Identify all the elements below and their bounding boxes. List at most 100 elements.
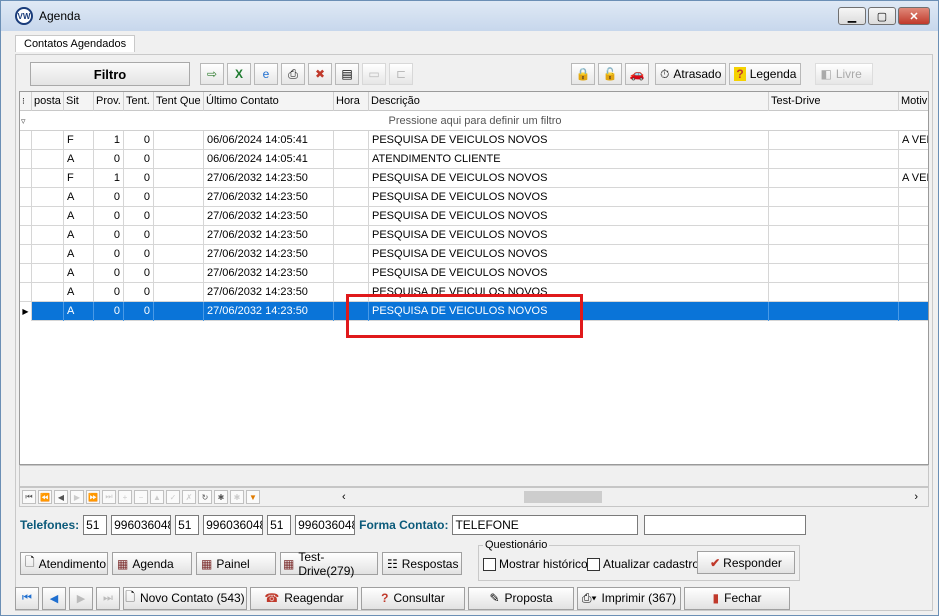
table-cell[interactable]: 1: [94, 169, 124, 188]
table-cell[interactable]: [154, 245, 204, 264]
table-cell[interactable]: [899, 207, 928, 226]
maximize-button[interactable]: ▢: [868, 7, 896, 25]
table-row[interactable]: A 0 0 06/06/2024 14:05:41 ATENDIMENTO CLIENT…: [20, 150, 928, 169]
table-cell[interactable]: [154, 302, 204, 321]
table-cell[interactable]: [899, 226, 928, 245]
table-cell[interactable]: [32, 188, 64, 207]
table-cell[interactable]: [334, 169, 369, 188]
nav-insert-icon[interactable]: +: [118, 490, 132, 504]
table-cell[interactable]: [154, 131, 204, 150]
table-cell[interactable]: A: [64, 226, 94, 245]
table-cell[interactable]: 27/06/2032 14:23:50: [204, 207, 334, 226]
agenda-button[interactable]: ▦ Agenda: [112, 552, 192, 575]
table-cell[interactable]: 0: [94, 207, 124, 226]
col-descricao[interactable]: Descrição: [369, 92, 769, 111]
phone-number-1[interactable]: 996036048: [111, 515, 172, 535]
nav-cancel-icon[interactable]: ✗: [182, 490, 196, 504]
col-hora[interactable]: Hora: [334, 92, 369, 111]
export-icon[interactable]: ⇨: [200, 63, 224, 85]
record-first-icon[interactable]: ⏮: [15, 586, 39, 610]
nav-refresh-icon[interactable]: ↻: [198, 490, 212, 504]
table-cell[interactable]: [899, 264, 928, 283]
table-cell[interactable]: 0: [124, 207, 154, 226]
table-cell[interactable]: [334, 188, 369, 207]
table-cell[interactable]: [32, 169, 64, 188]
excel-icon[interactable]: X: [227, 63, 251, 85]
novo-contato-button[interactable]: 🗋 Novo Contato (543): [123, 586, 247, 610]
table-cell[interactable]: 0: [124, 226, 154, 245]
table-cell[interactable]: PESQUISA DE VEICULOS NOVOS: [369, 169, 769, 188]
table-cell[interactable]: [769, 302, 899, 321]
proposta-button[interactable]: ✎ Proposta: [468, 586, 574, 610]
table-cell[interactable]: 0: [94, 283, 124, 302]
col-sit[interactable]: Sit: [64, 92, 94, 111]
table-cell[interactable]: [154, 226, 204, 245]
phone-number-3[interactable]: 996036048: [295, 515, 356, 535]
unlock-icon[interactable]: 🔓: [598, 63, 622, 85]
table-row[interactable]: A 0 0 27/06/2032 14:23:50 PESQUISA DE VEICUL…: [20, 245, 928, 264]
mostrar-historico-checkbox[interactable]: Mostrar histórico: [483, 557, 588, 571]
scroll-right-icon[interactable]: ›: [914, 491, 918, 503]
table-cell[interactable]: 0: [124, 302, 154, 321]
minimize-button[interactable]: ▁: [838, 7, 866, 25]
atrasado-button[interactable]: ⏱ Atrasado: [655, 63, 727, 85]
nav-next-icon[interactable]: ▶: [70, 490, 84, 504]
scroll-left-icon[interactable]: ‹: [342, 491, 346, 503]
table-cell[interactable]: [32, 302, 64, 321]
table-cell[interactable]: 0: [124, 245, 154, 264]
table-cell[interactable]: 06/06/2024 14:05:41: [204, 131, 334, 150]
phone-ddd-1[interactable]: 51: [83, 515, 108, 535]
nav-bookmark-icon[interactable]: ✱: [214, 490, 228, 504]
respostas-button[interactable]: ☷ Respostas: [382, 552, 462, 575]
table-row[interactable]: A 0 0 27/06/2032 14:23:50 PESQUISA DE VEICUL…: [20, 207, 928, 226]
table-cell[interactable]: ATENDIMENTO CLIENTE: [369, 150, 769, 169]
table-row[interactable]: A 0 0 27/06/2032 14:23:50 PESQUISA DE VEICUL…: [20, 264, 928, 283]
table-cell[interactable]: 0: [94, 264, 124, 283]
contacts-grid[interactable]: ⁝ posta Sit Prov. Tent. Tent Que Último …: [19, 91, 929, 465]
table-cell[interactable]: F: [64, 131, 94, 150]
responder-button[interactable]: ✔ Responder: [697, 551, 795, 574]
table-cell[interactable]: 0: [94, 150, 124, 169]
col-ultimo-contato[interactable]: Último Contato: [204, 92, 334, 111]
table-cell[interactable]: [154, 283, 204, 302]
table-cell[interactable]: [899, 245, 928, 264]
legenda-button[interactable]: ? Legenda: [729, 63, 802, 85]
table-cell[interactable]: [334, 264, 369, 283]
tree-icon[interactable]: ⊏: [389, 63, 413, 85]
table-cell[interactable]: [769, 169, 899, 188]
table-row[interactable]: A 0 0 27/06/2032 14:23:50 PESQUISA DE VEICUL…: [20, 226, 928, 245]
table-cell[interactable]: [32, 226, 64, 245]
table-cell[interactable]: [899, 302, 928, 321]
table-cell[interactable]: PESQUISA DE VEICULOS NOVOS: [369, 131, 769, 150]
scroll-thumb[interactable]: [524, 491, 602, 503]
table-cell[interactable]: 27/06/2032 14:23:50: [204, 264, 334, 283]
table-cell[interactable]: A: [64, 283, 94, 302]
nav-prior-page-icon[interactable]: ⏪: [38, 490, 52, 504]
table-cell[interactable]: A: [64, 150, 94, 169]
print-icon[interactable]: ⎙: [281, 63, 305, 85]
table-cell[interactable]: [334, 245, 369, 264]
table-cell[interactable]: [334, 150, 369, 169]
table-cell[interactable]: [334, 226, 369, 245]
phone-number-2[interactable]: 996036048: [203, 515, 264, 535]
table-cell[interactable]: A: [64, 302, 94, 321]
disabled-tool-icon[interactable]: ▭: [362, 63, 386, 85]
table-cell[interactable]: [32, 207, 64, 226]
table-cell[interactable]: [769, 131, 899, 150]
nav-next-page-icon[interactable]: ⏩: [86, 490, 100, 504]
table-cell[interactable]: 0: [124, 264, 154, 283]
col-prov[interactable]: Prov.: [94, 92, 124, 111]
nav-last-icon[interactable]: ⏭: [102, 490, 116, 504]
table-cell[interactable]: [769, 264, 899, 283]
record-prior-icon[interactable]: ◀: [42, 586, 66, 610]
table-cell[interactable]: [32, 131, 64, 150]
table-cell[interactable]: 0: [94, 226, 124, 245]
livre-button[interactable]: ◧ Livre: [815, 63, 874, 85]
filtro-button[interactable]: Filtro: [30, 62, 190, 86]
table-cell[interactable]: A: [64, 245, 94, 264]
table-cell[interactable]: 1: [94, 131, 124, 150]
table-cell[interactable]: PESQUISA DE VEICULOS NOVOS: [369, 188, 769, 207]
browser-icon[interactable]: e: [254, 63, 278, 85]
column-chooser-icon[interactable]: ⁝: [20, 92, 32, 111]
record-next-icon[interactable]: ▶: [69, 586, 93, 610]
